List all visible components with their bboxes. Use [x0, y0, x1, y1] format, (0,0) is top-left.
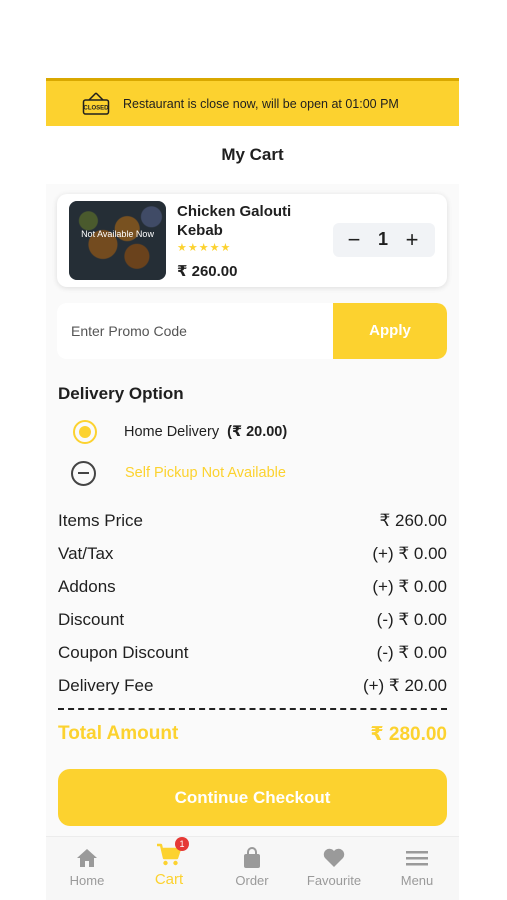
summary-row-items-price: Items Price ₹ 260.00: [58, 510, 447, 543]
nav-item-home[interactable]: Home: [46, 847, 128, 888]
summary-value: (+) ₹ 20.00: [362, 676, 447, 695]
cart-item-card[interactable]: Not Available Now Chicken Galouti Kebab …: [57, 194, 447, 287]
summary-row-vat-tax: Vat/Tax (+) ₹ 0.00: [58, 543, 447, 576]
home-delivery-label: Home Delivery: [124, 424, 220, 440]
decrease-quantity-button[interactable]: −: [342, 227, 366, 253]
summary-label: Discount: [58, 610, 125, 629]
total-value: ₹ 280.00: [370, 724, 447, 745]
summary-row-coupon-discount: Coupon Discount (-) ₹ 0.00: [58, 642, 447, 675]
menu-icon: [406, 851, 428, 866]
summary-label: Delivery Fee: [58, 676, 154, 695]
apply-button[interactable]: Apply: [333, 303, 447, 359]
summary-value: (-) ₹ 0.00: [376, 643, 447, 662]
unavailable-icon: [71, 461, 96, 486]
home-delivery-option[interactable]: Home Delivery (₹ 20.00): [124, 424, 287, 440]
continue-checkout-button[interactable]: Continue Checkout: [58, 769, 447, 826]
nav-label: Order: [235, 873, 269, 888]
item-image: Not Available Now: [69, 201, 166, 280]
item-name: Chicken Galouti Kebab: [177, 203, 292, 239]
nav-item-menu[interactable]: Menu: [376, 847, 458, 888]
promo-code-box: Apply: [57, 303, 447, 359]
heart-icon: [323, 848, 345, 867]
home-delivery-radio[interactable]: [73, 420, 97, 444]
summary-row-delivery-fee: Delivery Fee (+) ₹ 20.00: [58, 675, 447, 708]
rating-stars: ★★★★★: [177, 242, 232, 254]
nav-label: Home: [69, 873, 105, 888]
summary-label: Items Price: [58, 511, 144, 530]
closed-banner: CLOSED Restaurant is close now, will be …: [46, 78, 459, 126]
not-available-label: Not Available Now: [81, 229, 154, 239]
summary-value: (+) ₹ 0.00: [372, 577, 447, 596]
summary-row-addons: Addons (+) ₹ 0.00: [58, 576, 447, 609]
nav-label: Favourite: [306, 873, 362, 888]
item-price: ₹ 260.00: [177, 263, 238, 280]
nav-label: Cart: [154, 871, 184, 888]
summary-row-discount: Discount (-) ₹ 0.00: [58, 609, 447, 642]
closed-sign-icon: CLOSED: [82, 92, 110, 115]
delivery-option-title: Delivery Option: [58, 384, 184, 403]
promo-code-input[interactable]: [57, 303, 333, 359]
bag-icon: [244, 847, 260, 868]
summary-value: (+) ₹ 0.00: [372, 544, 447, 563]
home-icon: [77, 849, 97, 867]
price-summary: Items Price ₹ 260.00 Vat/Tax (+) ₹ 0.00 …: [58, 510, 447, 708]
total-label: Total Amount: [58, 723, 179, 744]
home-delivery-fee: (₹ 20.00): [227, 424, 288, 440]
self-pickup-unavailable-label: Self Pickup Not Available: [125, 465, 286, 481]
cart-screen: CLOSED Restaurant is close now, will be …: [46, 78, 459, 900]
nav-item-order[interactable]: Order: [211, 847, 293, 888]
quantity-stepper: − 1 +: [333, 223, 435, 257]
nav-item-cart[interactable]: 1 Cart: [128, 837, 210, 888]
summary-value: (-) ₹ 0.00: [376, 610, 447, 629]
total-amount-row: Total Amount ₹ 280.00: [58, 723, 447, 745]
banner-text: Restaurant is close now, will be open at…: [123, 97, 399, 111]
summary-label: Addons: [58, 577, 116, 596]
page-title: My Cart: [46, 144, 459, 184]
increase-quantity-button[interactable]: +: [400, 227, 424, 253]
bottom-nav: Home 1 Cart Order Favourite Menu: [46, 836, 459, 900]
closed-sign-text: CLOSED: [83, 106, 109, 112]
summary-value: ₹ 260.00: [379, 511, 447, 530]
cart-count-badge: 1: [175, 837, 189, 851]
nav-label: Menu: [400, 873, 434, 888]
quantity-value: 1: [377, 229, 388, 249]
summary-label: Coupon Discount: [58, 643, 189, 662]
nav-item-favourite[interactable]: Favourite: [293, 847, 375, 888]
dashed-divider: [58, 708, 447, 710]
summary-label: Vat/Tax: [58, 544, 114, 563]
